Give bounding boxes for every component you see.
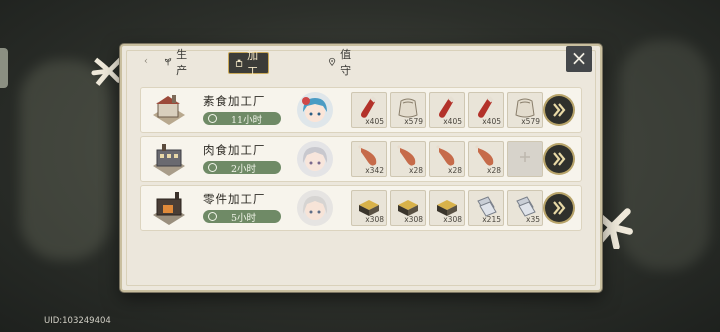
factory-row: 素食加工厂 11小时 x405 x579 x405 x405 x579 [140,87,582,133]
tab-label: 值守 [340,48,352,77]
go-button[interactable] [545,145,573,173]
double-chevron-right-icon [553,103,566,117]
side-tab[interactable] [0,48,8,88]
item-slot[interactable]: x28 [429,141,465,177]
item-quantity: x28 [409,166,423,175]
empty-item-slot[interactable] [507,141,543,177]
tab-prev-icon[interactable]: ‹ [144,56,148,67]
factory-name: 零件加工厂 [203,192,266,206]
item-slot[interactable]: x405 [351,92,387,128]
item-quantity: x308 [365,215,384,224]
factory-row: 肉食加工厂 2小时 x342 x28 x28 x28 [140,136,582,182]
item-slot[interactable]: x308 [390,190,426,226]
item-slot[interactable]: x405 [429,92,465,128]
factory-name: 素食加工厂 [203,94,266,108]
tab-label: 生产 [176,48,188,77]
worker-avatar[interactable] [297,190,333,226]
vegetarian-factory-building-icon [153,95,185,125]
factory-row: 零件加工厂 5小时 x308 x308 x308 x215 x35 [140,185,582,231]
go-button[interactable] [545,194,573,222]
worker-avatar[interactable] [297,141,333,177]
item-slot[interactable]: x342 [351,141,387,177]
item-quantity: x342 [365,166,384,175]
tab-label: 加工 [247,49,259,78]
factory-name: 肉食加工厂 [203,143,266,157]
item-slot[interactable]: x579 [507,92,543,128]
timer-text: 2小时 [231,163,257,175]
clock-icon [208,114,217,123]
item-quantity: x405 [443,117,462,126]
item-slot[interactable]: x35 [507,190,543,226]
item-quantity: x35 [526,215,540,224]
production-timer: 11小时 [203,112,281,126]
clock-icon [208,212,217,221]
meat-factory-building-icon [153,144,185,176]
item-slot[interactable]: x28 [390,141,426,177]
close-button[interactable]: × [566,46,592,72]
parts-factory-building-icon [153,192,185,225]
user-id: UID:103249404 [44,316,111,326]
clock-icon [208,163,217,172]
go-button[interactable] [545,96,573,124]
item-quantity: x308 [404,215,423,224]
item-quantity: x215 [482,215,501,224]
item-slot[interactable]: x308 [351,190,387,226]
item-slot[interactable]: x405 [468,92,504,128]
double-chevron-right-icon [553,201,566,215]
item-quantity: x579 [521,117,540,126]
item-quantity: x308 [443,215,462,224]
timer-text: 5小时 [231,212,257,224]
item-quantity: x579 [404,117,423,126]
item-slot[interactable]: x308 [429,190,465,226]
output-items: x405 x579 x405 x405 x579 [351,92,543,128]
item-quantity: x405 [482,117,501,126]
empty-slot-icon [520,152,530,162]
factory-icon [235,59,243,67]
production-timer: 5小时 [203,210,281,224]
item-slot[interactable]: x215 [468,190,504,226]
item-quantity: x405 [365,117,384,126]
double-chevron-right-icon [553,152,566,166]
sprout-icon [164,58,172,66]
item-slot[interactable]: x28 [468,141,504,177]
output-items: x342 x28 x28 x28 [351,141,543,177]
item-slot[interactable]: x579 [390,92,426,128]
location-pin-icon [328,57,336,67]
tab-duty[interactable]: 值守 [328,48,355,77]
tab-processing[interactable]: 加工 [228,49,269,78]
output-items: x308 x308 x308 x215 x35 [351,190,543,226]
production-timer: 2小时 [203,161,281,175]
background [20,60,110,260]
worker-avatar[interactable] [297,92,333,128]
tab-production[interactable]: 生产 [164,48,191,77]
item-quantity: x28 [487,166,501,175]
item-quantity: x28 [448,166,462,175]
timer-text: 11小时 [231,114,263,126]
